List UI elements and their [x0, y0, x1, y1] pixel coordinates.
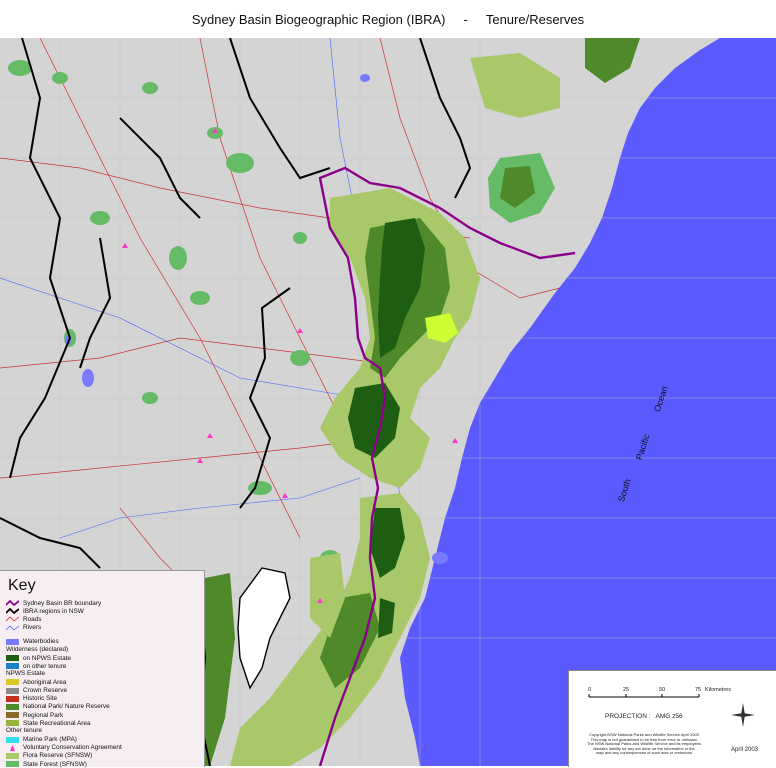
key-label: Waterbodies — [23, 638, 59, 646]
key-label: on NPWS Estate — [23, 654, 71, 662]
key-label: on other tenure — [23, 662, 67, 670]
key-item-wilderness-npws: on NPWS Estate — [6, 654, 204, 662]
swatch — [6, 736, 19, 743]
key-label: Rivers — [23, 624, 42, 632]
key-item-state-rec-area: State Recreational Area — [6, 719, 204, 727]
key-label: Sydney Basin BR boundary — [23, 599, 102, 607]
key-item-waterbodies: Waterbodies — [6, 638, 204, 646]
scale-tick-75: 75 — [695, 687, 702, 693]
map-title: Sydney Basin Biogeographic Region (IBRA)… — [0, 0, 776, 38]
key-item-marine-park: Marine Park (MPA) — [6, 735, 204, 743]
line-swatch — [6, 600, 19, 607]
key-item-wilderness-other: on other tenure — [6, 662, 204, 670]
key-label: Crown Reserve — [23, 687, 68, 695]
swatch — [6, 655, 19, 662]
title-separator: - — [463, 11, 468, 27]
scale-unit: Kilometres — [705, 687, 731, 693]
key-item-roads: Roads — [6, 615, 204, 623]
key-heading: Key — [8, 577, 36, 594]
swatch — [6, 679, 19, 686]
key-label: State Recreational Area — [23, 719, 91, 727]
key-other-heading: Other tenure — [6, 727, 42, 735]
swatch — [6, 752, 19, 759]
swatch — [6, 687, 19, 694]
swatch — [6, 703, 19, 710]
line-swatch — [6, 608, 19, 615]
key-npws-heading: NPWS Estate — [6, 670, 46, 678]
key-label: Regional Park — [23, 711, 64, 719]
key-item-basin-boundary: Sydney Basin BR boundary — [6, 599, 204, 607]
copyright-line: map and any consequences of such acts or… — [595, 750, 693, 756]
scale-tick-25: 25 — [623, 687, 630, 693]
key-label: State Forest (SFNSW) — [23, 760, 87, 768]
key-label: IBRA regions in NSW — [23, 607, 84, 615]
key-item-historic-site: Historic Site — [6, 695, 204, 703]
key-label: Historic Site — [23, 695, 58, 703]
key-wilderness-heading: Wilderness (declared) — [6, 645, 69, 653]
title-subject: Tenure/Reserves — [485, 11, 585, 27]
scale-tick-50: 50 — [659, 687, 666, 693]
key-item-aboriginal-area: Aboriginal Area — [6, 678, 204, 686]
key-item-state-forest: State Forest (SFNSW) — [6, 760, 204, 768]
key-label: Aboriginal Area — [23, 678, 67, 686]
key-label: Roads — [23, 615, 42, 623]
key-item-rivers: Rivers — [6, 624, 204, 632]
key-item-vca: Voluntary Conservation Agreement — [6, 744, 204, 752]
north-arrow-icon — [731, 703, 755, 727]
projection-label: PROJECTION : AMG z56 — [605, 713, 683, 720]
swatch — [6, 695, 19, 702]
key-item-crown-reserve: Crown Reserve — [6, 687, 204, 695]
swatch — [6, 712, 19, 719]
scale-tick-0: 0 — [588, 687, 592, 693]
map-key: Key Sydney Basin BR boundary IBRA region… — [0, 570, 205, 768]
swatch — [6, 638, 19, 645]
line-swatch — [6, 625, 19, 631]
title-region: Sydney Basin Biogeographic Region (IBRA) — [191, 11, 446, 27]
key-label: National Park/ Nature Reserve — [23, 703, 110, 711]
key-label: Flora Reserve (SFNSW) — [23, 752, 93, 760]
key-item-regional-park: Regional Park — [6, 711, 204, 719]
line-swatch — [6, 616, 19, 623]
copyright-block: Copyright NSW National Parks and Wildlif… — [569, 732, 719, 756]
swatch — [6, 761, 19, 768]
swatch — [6, 663, 19, 670]
swatch — [6, 720, 19, 727]
key-item-flora-reserve: Flora Reserve (SFNSW) — [6, 752, 204, 760]
key-label: Voluntary Conservation Agreement — [23, 744, 122, 752]
key-item-national-park: National Park/ Nature Reserve — [6, 703, 204, 711]
map-info-panel: 0 25 50 75 Kilometres PROJECTION : AMG z… — [568, 670, 776, 767]
map-date: April 2003 — [731, 747, 759, 753]
triangle-icon — [10, 744, 15, 751]
key-label: Marine Park (MPA) — [23, 736, 77, 744]
key-item-ibra: IBRA regions in NSW — [6, 607, 204, 615]
